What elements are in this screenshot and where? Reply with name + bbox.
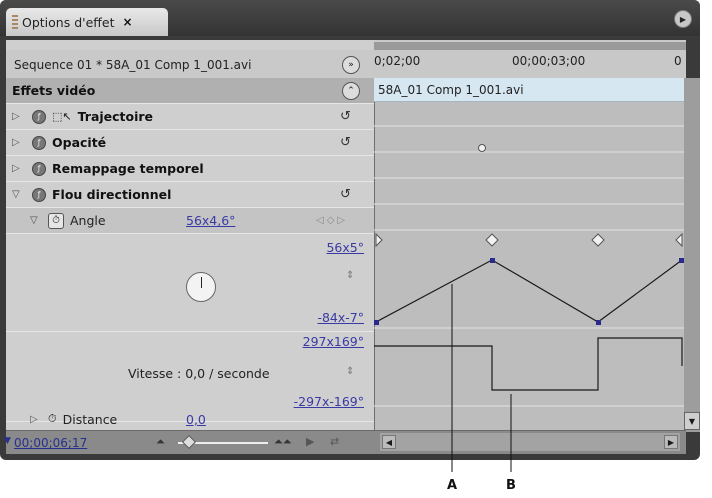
callout-label-a: A [447, 478, 458, 493]
callout-lines [451, 284, 512, 472]
callout-label-b: B [506, 478, 516, 493]
